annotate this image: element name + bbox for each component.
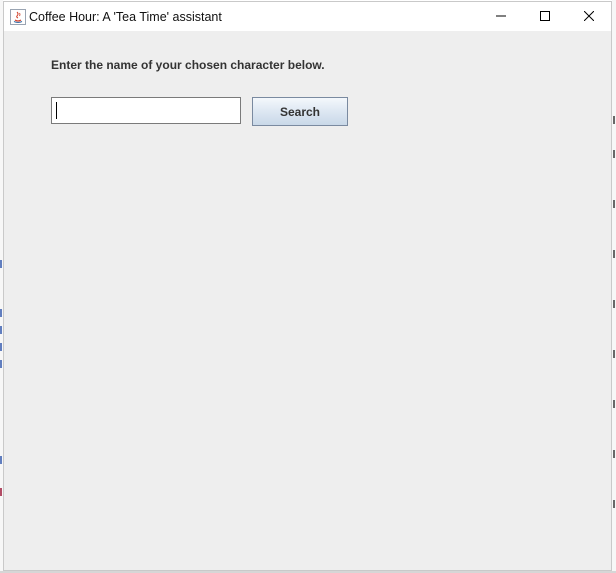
background-text-fragment bbox=[0, 309, 2, 317]
instruction-label: Enter the name of your chosen character … bbox=[51, 58, 325, 72]
background-text-fragment bbox=[613, 450, 615, 458]
character-name-input[interactable] bbox=[51, 97, 241, 124]
minimize-button[interactable] bbox=[479, 2, 523, 31]
background-text-fragment bbox=[613, 150, 615, 158]
close-button[interactable] bbox=[567, 2, 611, 31]
title-bar[interactable]: Coffee Hour: A 'Tea Time' assistant bbox=[4, 2, 611, 31]
background-text-fragment bbox=[0, 488, 2, 496]
background-text-fragment bbox=[0, 326, 2, 334]
text-caret bbox=[56, 102, 57, 119]
close-icon bbox=[583, 8, 595, 26]
window-controls bbox=[479, 2, 611, 31]
background-text-fragment bbox=[613, 250, 615, 258]
maximize-button[interactable] bbox=[523, 2, 567, 31]
desktop-background: Coffee Hour: A 'Tea Time' assistant Ente… bbox=[0, 0, 616, 573]
background-text-fragment bbox=[613, 300, 615, 308]
background-text-fragment bbox=[613, 500, 615, 508]
background-text-fragment bbox=[0, 343, 2, 351]
background-text-fragment bbox=[0, 260, 2, 268]
java-app-icon[interactable] bbox=[10, 8, 26, 25]
background-text-fragment bbox=[613, 200, 615, 208]
window-title: Coffee Hour: A 'Tea Time' assistant bbox=[29, 9, 222, 24]
maximize-icon bbox=[540, 8, 550, 26]
minimize-icon bbox=[496, 8, 506, 26]
background-text-fragment bbox=[613, 350, 615, 358]
background-text-fragment bbox=[0, 360, 2, 368]
background-text-fragment bbox=[613, 400, 615, 408]
background-editor-right-edge bbox=[612, 0, 616, 573]
search-button[interactable]: Search bbox=[252, 97, 348, 126]
content-panel: Enter the name of your chosen character … bbox=[4, 31, 611, 570]
background-text-fragment bbox=[0, 456, 2, 464]
background-text-fragment bbox=[613, 116, 615, 124]
app-window: Coffee Hour: A 'Tea Time' assistant Ente… bbox=[3, 1, 612, 571]
